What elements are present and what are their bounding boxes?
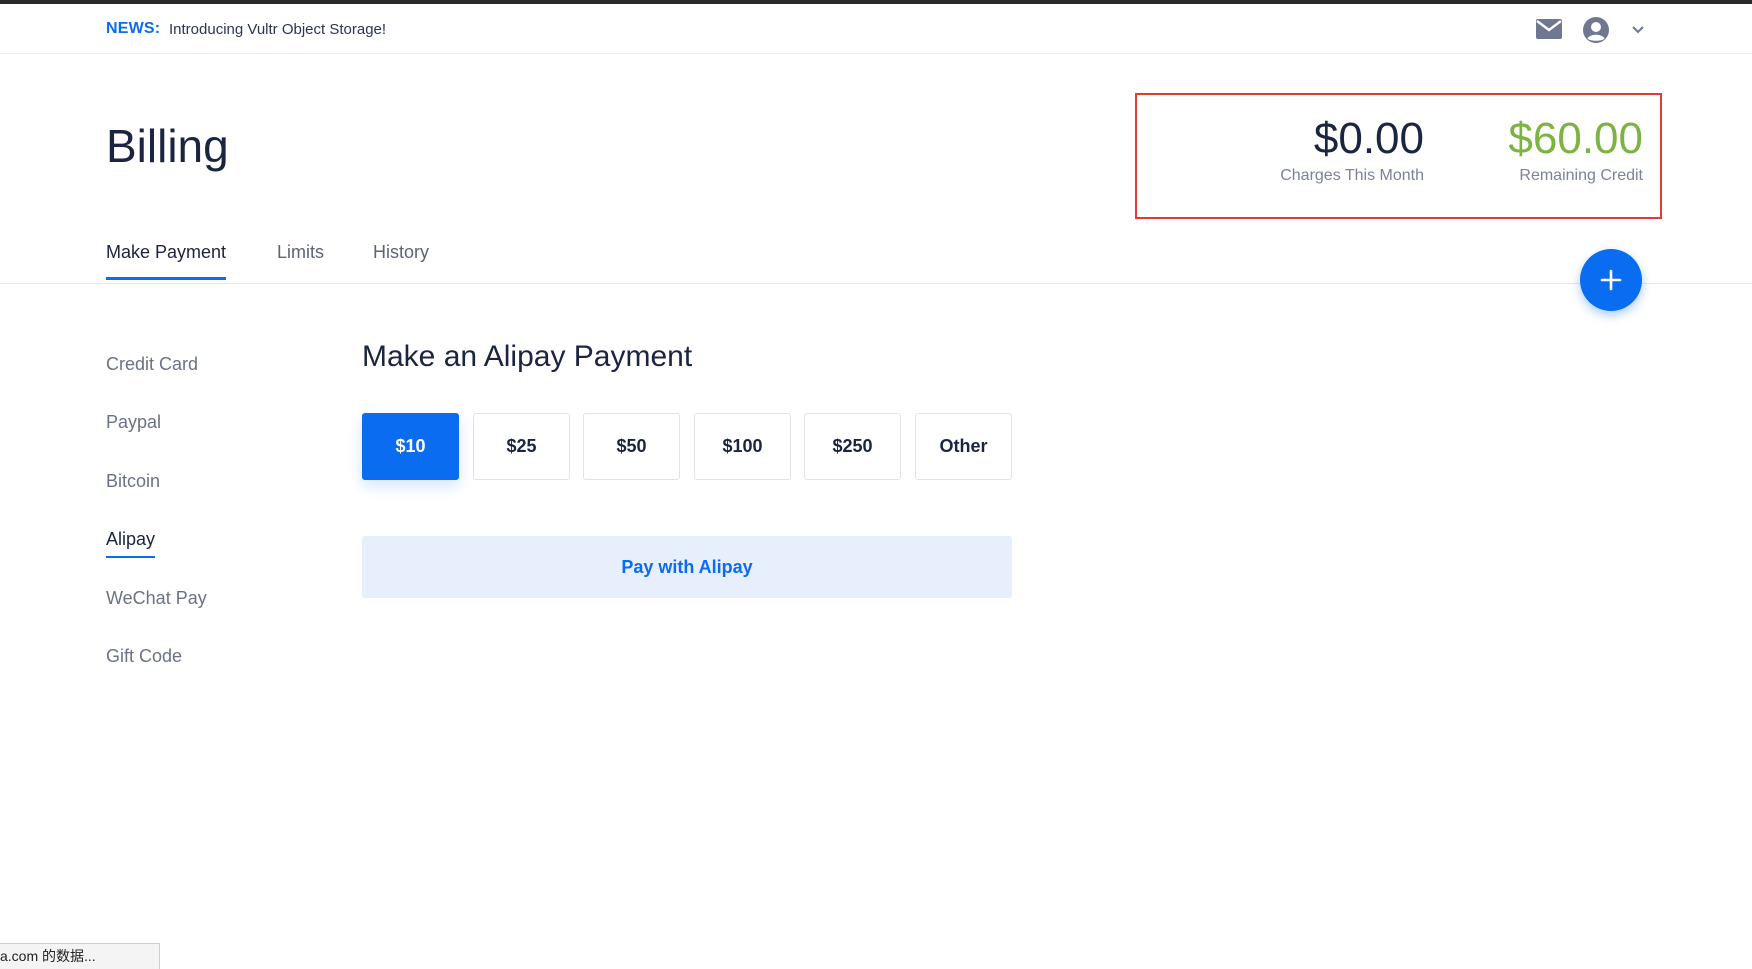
amount-option-other[interactable]: Other bbox=[915, 413, 1012, 480]
news-tag: NEWS: bbox=[106, 20, 161, 37]
page-title: Billing bbox=[106, 120, 229, 172]
payment-method-wechat-pay[interactable]: WeChat Pay bbox=[106, 588, 207, 609]
billing-tabs: Make Payment Limits History bbox=[0, 230, 1752, 284]
payment-method-bitcoin[interactable]: Bitcoin bbox=[106, 471, 160, 492]
news-link[interactable]: Introducing Vultr Object Storage! bbox=[169, 21, 386, 38]
browser-status-bar: a.com 的数据... bbox=[0, 943, 160, 969]
payment-method-credit-card[interactable]: Credit Card bbox=[106, 354, 198, 375]
amount-option-250[interactable]: $250 bbox=[804, 413, 901, 480]
credit-stat: $60.00 Remaining Credit bbox=[1508, 113, 1643, 185]
pay-with-alipay-button[interactable]: Pay with Alipay bbox=[362, 536, 1012, 598]
tab-make-payment[interactable]: Make Payment bbox=[106, 242, 227, 280]
tab-history[interactable]: History bbox=[373, 242, 429, 277]
amount-option-50[interactable]: $50 bbox=[583, 413, 680, 480]
amount-option-25[interactable]: $25 bbox=[473, 413, 570, 480]
charges-value: $0.00 bbox=[1313, 114, 1424, 163]
credit-label: Remaining Credit bbox=[1519, 167, 1643, 184]
section-title: Make an Alipay Payment bbox=[362, 340, 693, 373]
chevron-down-icon[interactable] bbox=[1631, 24, 1645, 34]
credit-value: $60.00 bbox=[1508, 114, 1643, 163]
charges-label: Charges This Month bbox=[1280, 167, 1424, 184]
billing-summary: $0.00 Charges This Month $60.00 Remainin… bbox=[1135, 93, 1662, 219]
mail-icon[interactable] bbox=[1535, 18, 1563, 40]
payment-method-gift-code[interactable]: Gift Code bbox=[106, 646, 182, 667]
payment-method-paypal[interactable]: Paypal bbox=[106, 412, 161, 433]
tab-limits[interactable]: Limits bbox=[277, 242, 324, 277]
amount-option-10[interactable]: $10 bbox=[362, 413, 459, 480]
news-bar: NEWS: Introducing Vultr Object Storage! bbox=[0, 4, 1752, 54]
charges-stat: $0.00 Charges This Month bbox=[1280, 113, 1424, 185]
plus-icon bbox=[1600, 269, 1622, 291]
user-icon[interactable] bbox=[1582, 16, 1610, 44]
amount-option-100[interactable]: $100 bbox=[694, 413, 791, 480]
add-button[interactable] bbox=[1580, 249, 1642, 311]
payment-method-alipay[interactable]: Alipay bbox=[106, 529, 156, 558]
